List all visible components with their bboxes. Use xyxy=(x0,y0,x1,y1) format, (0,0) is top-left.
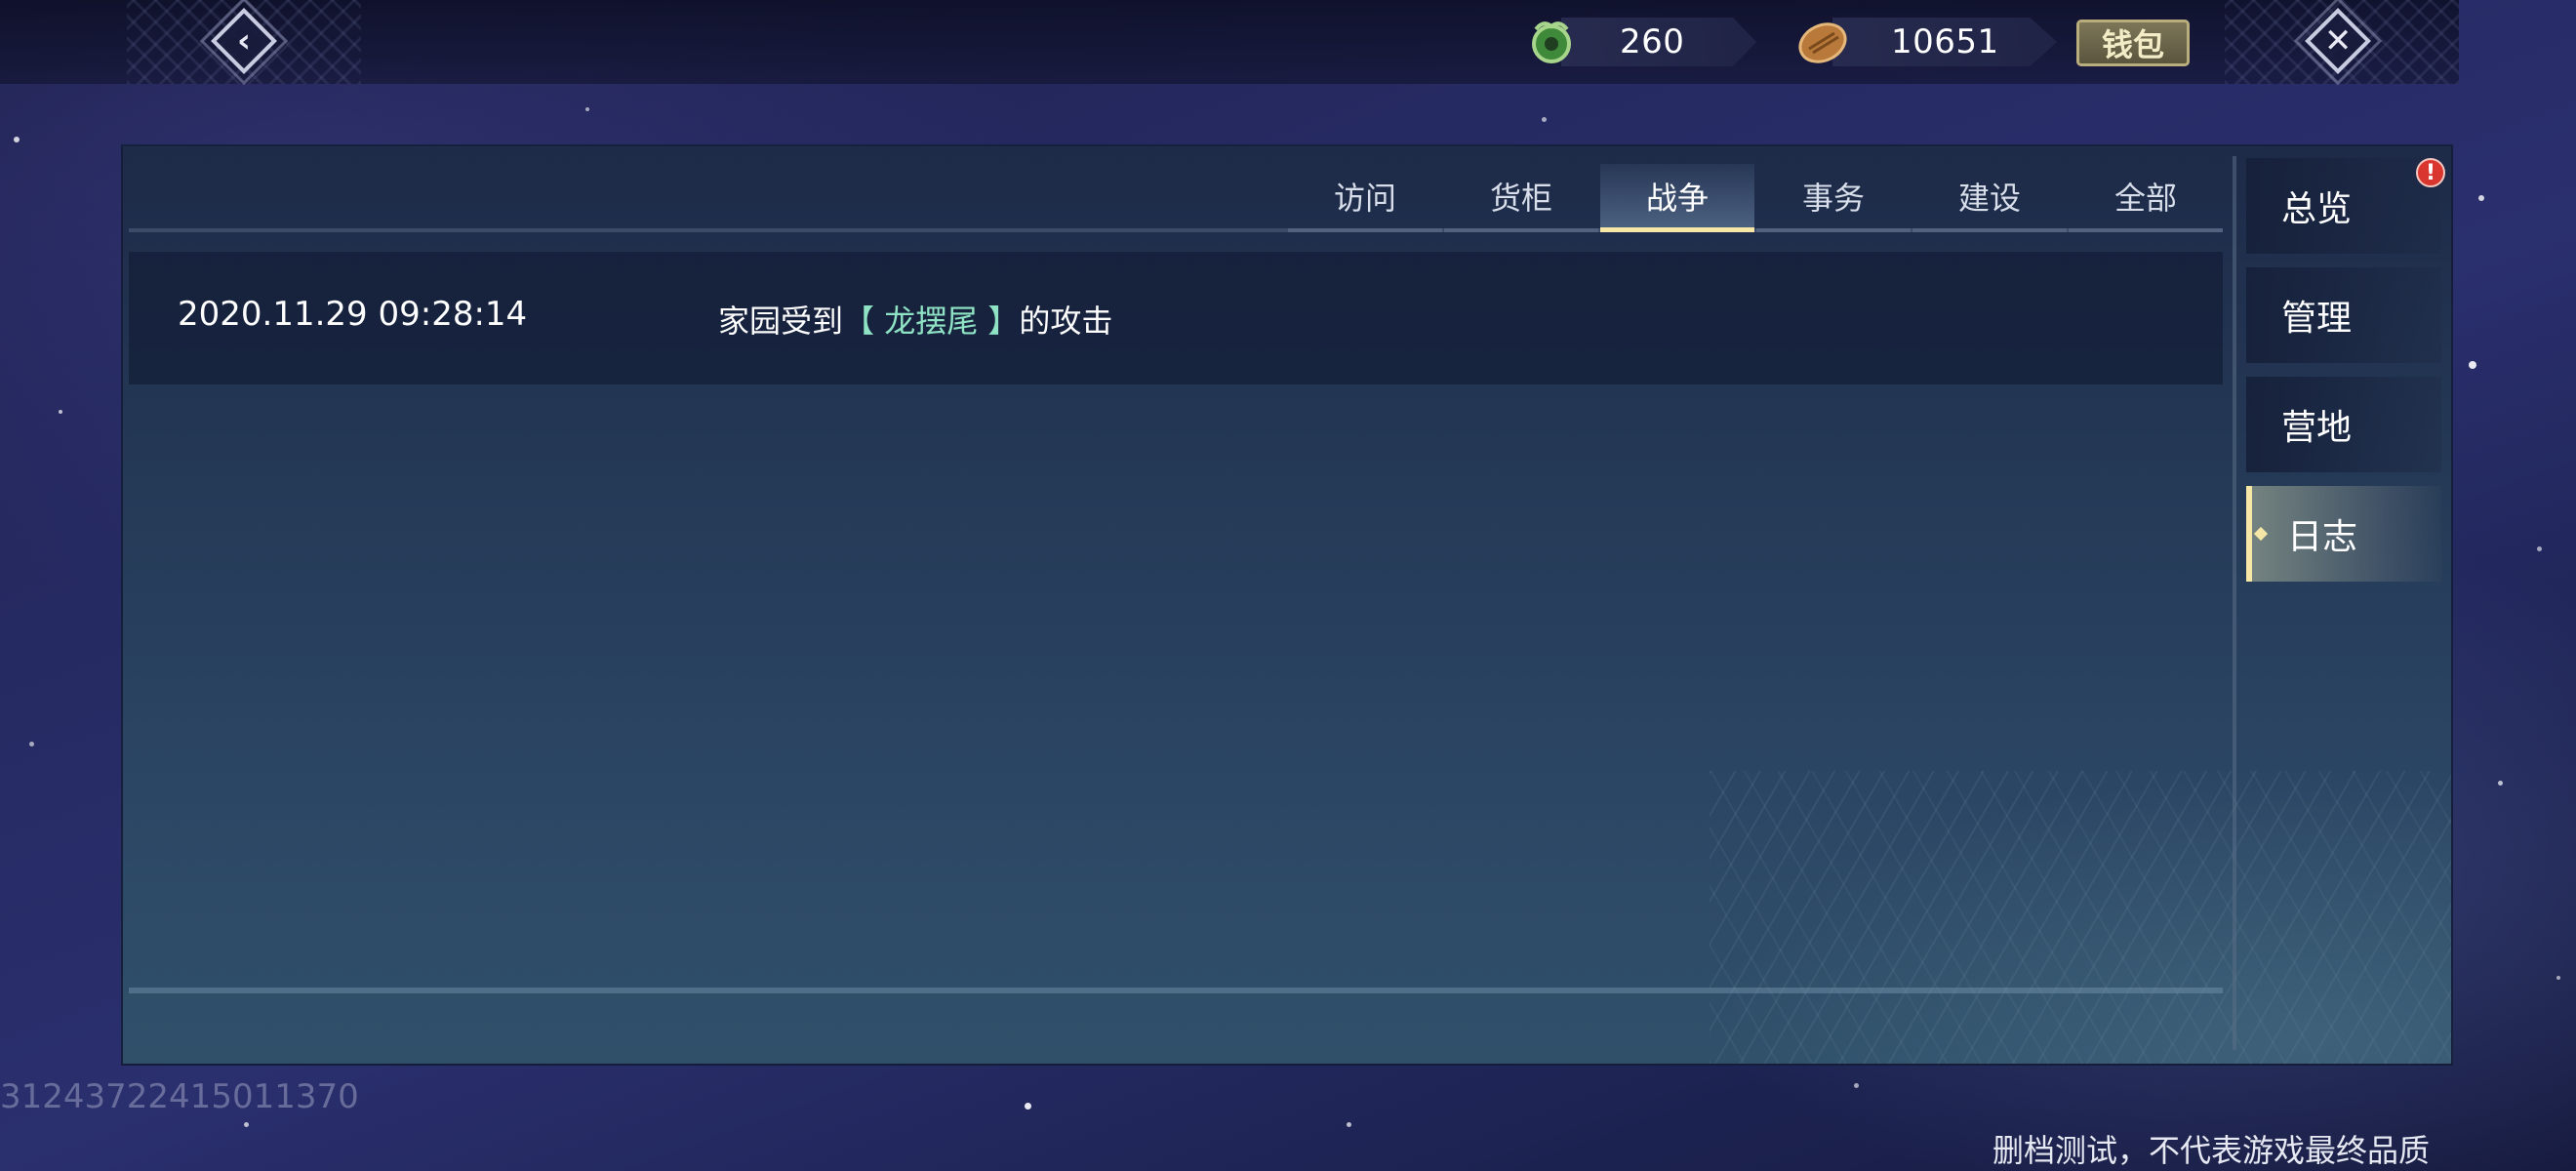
currency-bread: 10651 xyxy=(1793,16,2057,68)
tab-label: 全部 xyxy=(2113,180,2177,217)
top-bar: ‹ 260 10651 钱包 ✕ xyxy=(0,0,2459,86)
wallet-button[interactable]: 钱包 xyxy=(2076,20,2190,66)
session-id-watermark: 31243722415011370 xyxy=(0,1077,359,1116)
tab-all[interactable]: 全部 xyxy=(2069,164,2223,232)
star xyxy=(14,137,20,142)
jade-value: 260 xyxy=(1620,22,1685,61)
star xyxy=(2478,195,2484,201)
star xyxy=(1542,117,1547,122)
test-disclaimer: 删档测试，不代表游戏最终品质 xyxy=(1992,1132,2430,1169)
attacker-name[interactable]: 【 龙摆尾 】 xyxy=(843,303,1019,340)
star xyxy=(2469,361,2476,369)
star xyxy=(1025,1103,1031,1110)
star xyxy=(2498,781,2503,786)
log-message: 家园受到【 龙摆尾 】的攻击 xyxy=(718,297,1112,342)
star xyxy=(29,742,34,747)
sidebar-item-manage[interactable]: 管理 xyxy=(2246,267,2441,363)
sidebar-item-label: 日志 xyxy=(2287,517,2358,557)
tab-visit[interactable]: 访问 xyxy=(1288,164,1442,232)
star xyxy=(585,107,589,111)
star xyxy=(2537,546,2542,551)
star xyxy=(244,1122,249,1127)
tab-label: 访问 xyxy=(1333,180,1396,217)
log-entry: 2020.11.29 09:28:14 家园受到【 龙摆尾 】的攻击 xyxy=(129,252,2223,384)
close-x-icon: ✕ xyxy=(2323,21,2353,61)
tab-label: 货柜 xyxy=(1489,180,1552,217)
sidebar-item-camp[interactable]: 营地 xyxy=(2246,377,2441,472)
tab-affairs[interactable]: 事务 xyxy=(1756,164,1911,232)
log-message-suffix: 的攻击 xyxy=(1019,303,1113,340)
tab-construction[interactable]: 建设 xyxy=(1912,164,2067,232)
sidebar-item-label: 总览 xyxy=(2281,189,2353,229)
sidebar-item-log[interactable]: 日志 xyxy=(2246,486,2441,582)
star xyxy=(59,410,62,414)
list-bottom-divider xyxy=(129,988,2223,993)
sidebar-item-label: 营地 xyxy=(2281,408,2353,448)
close-button[interactable]: ✕ xyxy=(2293,0,2383,86)
selected-marker-icon xyxy=(2253,526,2269,542)
log-timestamp: 2020.11.29 09:28:14 xyxy=(178,295,528,334)
sidebar-item-label: 管理 xyxy=(2281,299,2353,339)
star xyxy=(1854,1083,1859,1088)
tab-label: 建设 xyxy=(1957,180,2021,217)
bread-icon xyxy=(1798,22,1847,63)
back-button[interactable]: ‹ xyxy=(199,0,289,86)
tab-war[interactable]: 战争 xyxy=(1600,164,1754,232)
star xyxy=(2556,976,2560,980)
bread-value: 10651 xyxy=(1891,22,1999,61)
log-message-prefix: 家园受到 xyxy=(718,303,844,340)
panel-texture xyxy=(1710,771,2451,1064)
back-arrow-icon: ‹ xyxy=(236,20,252,61)
alert-icon: ! xyxy=(2416,158,2445,187)
star xyxy=(1347,1122,1351,1127)
sidebar-divider xyxy=(2233,156,2236,1050)
tab-label: 事务 xyxy=(1801,180,1865,217)
jade-coin-icon xyxy=(1532,21,1571,63)
currency-jade: 260 xyxy=(1522,16,1756,68)
tab-label: 战争 xyxy=(1645,180,1709,217)
tab-cabinet[interactable]: 货柜 xyxy=(1444,164,1598,232)
sidebar-item-overview[interactable]: 总览 xyxy=(2246,158,2441,254)
log-panel: 访问 货柜 战争 事务 建设 全部 2020.11.29 09:28:14 家园… xyxy=(121,144,2453,1066)
